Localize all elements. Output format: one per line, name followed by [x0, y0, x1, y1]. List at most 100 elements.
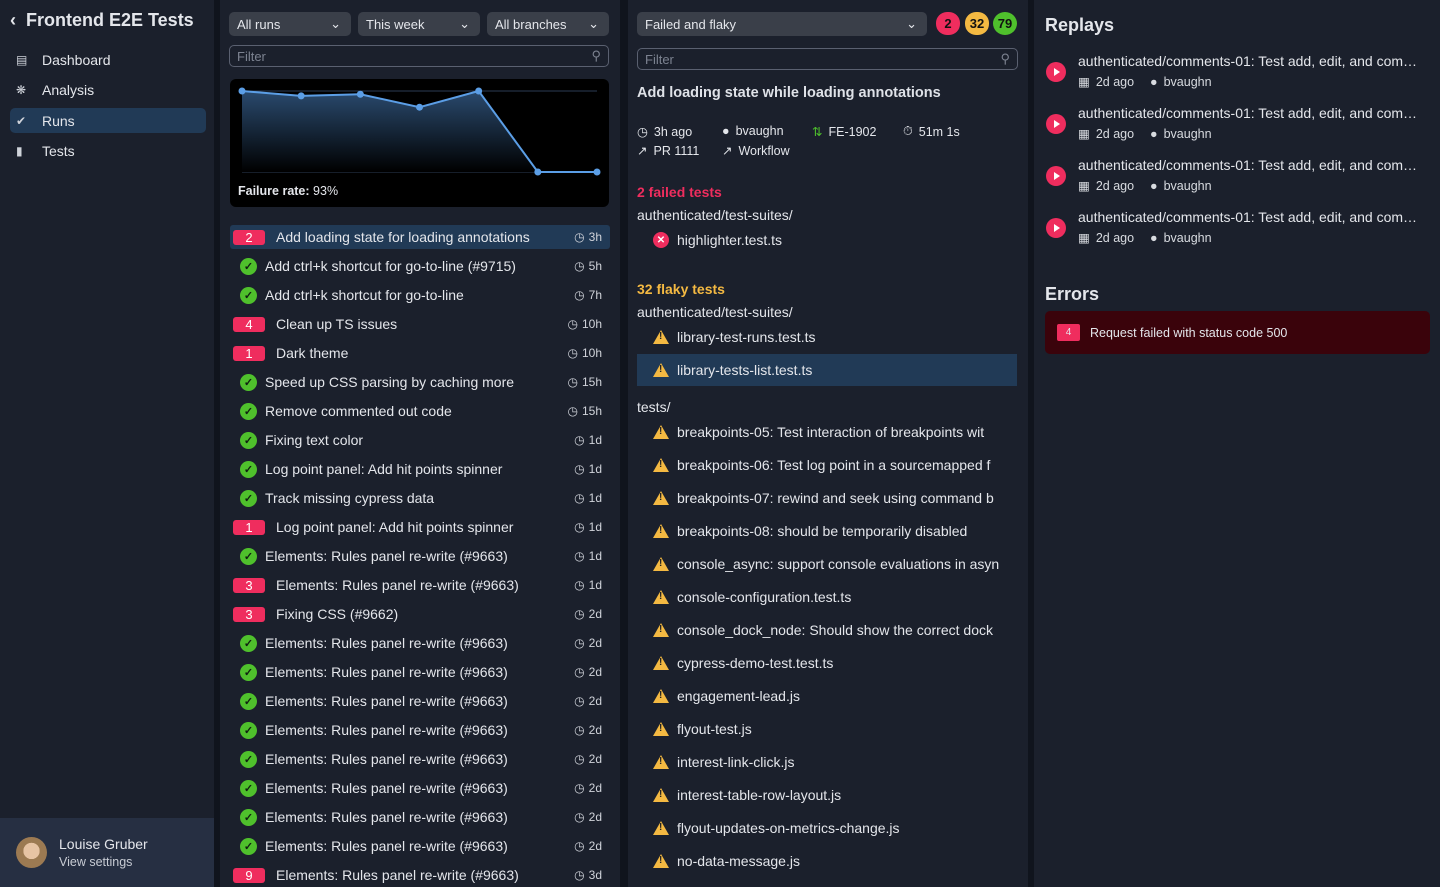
pr-link[interactable]: ↗ PR 1111 — [637, 143, 699, 159]
run-row[interactable]: 3 Elements: Rules panel re-write (#9663) ◷… — [230, 573, 610, 597]
test-item[interactable]: console-configuration.test.ts — [637, 581, 1017, 613]
failed-icon: ✕ — [653, 232, 669, 248]
clock-icon: ◷ — [574, 578, 585, 592]
workflow-link[interactable]: ↗ Workflow — [722, 143, 790, 159]
test-item[interactable]: console_async: support console evaluatio… — [637, 548, 1017, 580]
test-item[interactable]: library-test-runs.test.ts — [637, 321, 1017, 353]
play-icon[interactable] — [1046, 218, 1066, 238]
run-row[interactable]: ✓ Elements: Rules panel re-write (#9663) ◷… — [230, 660, 610, 684]
clock-icon: ◷ — [574, 839, 585, 853]
run-row[interactable]: ✓ Add ctrl+k shortcut for go-to-line ◷ 7h — [230, 283, 610, 307]
test-item[interactable]: breakpoints-07: rewind and seek using co… — [637, 482, 1017, 514]
replay-item[interactable]: authenticated/comments-01: Test add, edi… — [1046, 209, 1440, 253]
user-settings[interactable]: Louise Gruber View settings — [0, 818, 214, 887]
view-settings-link[interactable]: View settings — [59, 855, 148, 869]
run-row[interactable]: 3 Fixing CSS (#9662) ◷ 2d — [230, 602, 610, 626]
run-row[interactable]: 1 Dark theme ◷ 10h — [230, 341, 610, 365]
run-type-select[interactable]: All runs ⌄ — [229, 12, 351, 36]
run-time-text: 10h — [581, 317, 602, 331]
replay-item[interactable]: authenticated/comments-01: Test add, edi… — [1046, 105, 1440, 149]
test-item[interactable]: breakpoints-08: should be temporarily di… — [637, 515, 1017, 547]
run-row[interactable]: ✓ Add ctrl+k shortcut for go-to-line (#97… — [230, 254, 610, 278]
test-item[interactable]: flyout-test.js — [637, 713, 1017, 745]
back-chevron-icon[interactable]: ‹ — [10, 10, 16, 31]
run-duration: ⏱ 51m 1s — [903, 124, 960, 139]
play-icon[interactable] — [1046, 62, 1066, 82]
run-time: ◷ 3h — [574, 230, 602, 244]
run-time-text: 2d — [588, 839, 602, 853]
run-row[interactable]: ✓ Elements: Rules panel re-write (#9663) ◷… — [230, 544, 610, 568]
failed-count-badge[interactable]: 2 — [936, 12, 960, 35]
test-item[interactable]: library-tests-list.test.ts — [637, 354, 1017, 386]
play-icon[interactable] — [1046, 114, 1066, 134]
run-row[interactable]: ✓ Elements: Rules panel re-write (#9663) ◷… — [230, 776, 610, 800]
passed-count-badge[interactable]: 79 — [993, 12, 1017, 35]
run-time: ◷ 2d — [574, 694, 602, 708]
run-row[interactable]: ✓ Elements: Rules panel re-write (#9663) ◷… — [230, 805, 610, 829]
run-branch[interactable]: ⇅ FE-1902 — [812, 124, 876, 140]
warning-icon — [653, 854, 669, 868]
run-row[interactable]: ✓ Track missing cypress data ◷ 1d — [230, 486, 610, 510]
run-time-text: 2d — [588, 752, 602, 766]
run-user: ● bvaughn — [722, 124, 784, 138]
run-row[interactable]: ✓ Elements: Rules panel re-write (#9663) ◷… — [230, 718, 610, 742]
runs-filter-input[interactable]: Filter ⚲ — [229, 45, 609, 67]
run-row[interactable]: ✓ Fixing text color ◷ 1d — [230, 428, 610, 452]
failure-rate-chart: Failure rate: 93% — [230, 79, 609, 207]
test-name: library-tests-list.test.ts — [677, 362, 813, 378]
select-value: All branches — [495, 16, 567, 32]
run-time-text: 1d — [588, 433, 602, 447]
error-item[interactable]: 4 Request failed with status code 500 — [1045, 311, 1430, 354]
period-select[interactable]: This week ⌄ — [358, 12, 480, 36]
run-row[interactable]: ✓ Speed up CSS parsing by caching more ◷ 15… — [230, 370, 610, 394]
test-item[interactable]: interest-table-row-layout.js — [637, 779, 1017, 811]
run-row[interactable]: ✓ Elements: Rules panel re-write (#9663) ◷… — [230, 689, 610, 713]
chart-point — [475, 87, 483, 95]
run-row[interactable]: ✓ Elements: Rules panel re-write (#9663) ◷… — [230, 834, 610, 858]
branch-select[interactable]: All branches ⌄ — [487, 12, 609, 36]
run-row[interactable]: ✓ Elements: Rules panel re-write (#9663) ◷… — [230, 747, 610, 771]
sidebar-item-dashboard[interactable]: ▤ Dashboard — [10, 47, 206, 72]
replay-item[interactable]: authenticated/comments-01: Test add, edi… — [1046, 53, 1440, 97]
run-label: Fixing text color — [265, 432, 364, 448]
replays-errors-panel: Replays authenticated/comments-01: Test … — [1034, 0, 1440, 887]
test-item[interactable]: no-data-message.js — [637, 845, 1017, 877]
sidebar: ‹ Frontend E2E Tests ▤ Dashboard ❋ Analysis… — [0, 0, 214, 887]
run-row[interactable]: 9 Elements: Rules panel re-write (#9663) ◷… — [230, 863, 610, 887]
flaky-count-badge[interactable]: 32 — [965, 12, 989, 35]
test-item[interactable]: cypress-demo-test.test.ts — [637, 647, 1017, 679]
sidebar-item-tests[interactable]: ▮ Tests — [10, 139, 206, 164]
test-item[interactable]: engagement-lead.js — [637, 680, 1017, 712]
replay-item[interactable]: authenticated/comments-01: Test add, edi… — [1046, 157, 1440, 201]
run-time-text: 2d — [588, 781, 602, 795]
run-row[interactable]: 1 Log point panel: Add hit points spinner… — [230, 515, 610, 539]
run-row[interactable]: ✓ Remove commented out code ◷ 15h — [230, 399, 610, 423]
sidebar-item-runs[interactable]: ✔ Runs — [10, 108, 206, 133]
warning-icon — [653, 557, 669, 571]
play-icon[interactable] — [1046, 166, 1066, 186]
test-item[interactable]: breakpoints-06: Test log point in a sour… — [637, 449, 1017, 481]
failure-count-badge: 1 — [233, 519, 265, 535]
test-item[interactable]: ✕ highlighter.test.ts — [637, 224, 1017, 256]
tests-filter-input[interactable]: Filter ⚲ — [637, 48, 1018, 70]
test-item[interactable]: console_dock_node: Should show the corre… — [637, 614, 1017, 646]
test-item[interactable]: interest-link-click.js — [637, 746, 1017, 778]
user-icon: ● — [1150, 178, 1158, 193]
runs-icon: ✔ — [16, 113, 27, 128]
test-item[interactable]: breakpoints-05: Test interaction of brea… — [637, 416, 1017, 448]
run-time: ◷ 3d — [574, 868, 602, 882]
run-row[interactable]: ✓ Log point panel: Add hit points spinner… — [230, 457, 610, 481]
test-item[interactable]: flyout-updates-on-metrics-change.js — [637, 812, 1017, 844]
run-row[interactable]: ✓ Elements: Rules panel re-write (#9663) ◷… — [230, 631, 610, 655]
test-name: library-test-runs.test.ts — [677, 329, 816, 345]
status-filter-select[interactable]: Failed and flaky ⌄ — [637, 12, 927, 36]
clock-icon: ◷ — [574, 433, 585, 447]
run-label: Elements: Rules panel re-write (#9663) — [276, 577, 519, 593]
run-row[interactable]: 4 Clean up TS issues ◷ 10h — [230, 312, 610, 336]
chevron-down-icon: ⌄ — [588, 16, 599, 31]
analysis-icon: ❋ — [16, 83, 27, 97]
sidebar-item-analysis[interactable]: ❋ Analysis — [10, 78, 206, 103]
run-row[interactable]: 2 Add loading state for loading annotatio… — [230, 225, 610, 249]
clock-icon: ◷ — [574, 230, 585, 244]
failure-count-badge: 3 — [233, 577, 265, 593]
